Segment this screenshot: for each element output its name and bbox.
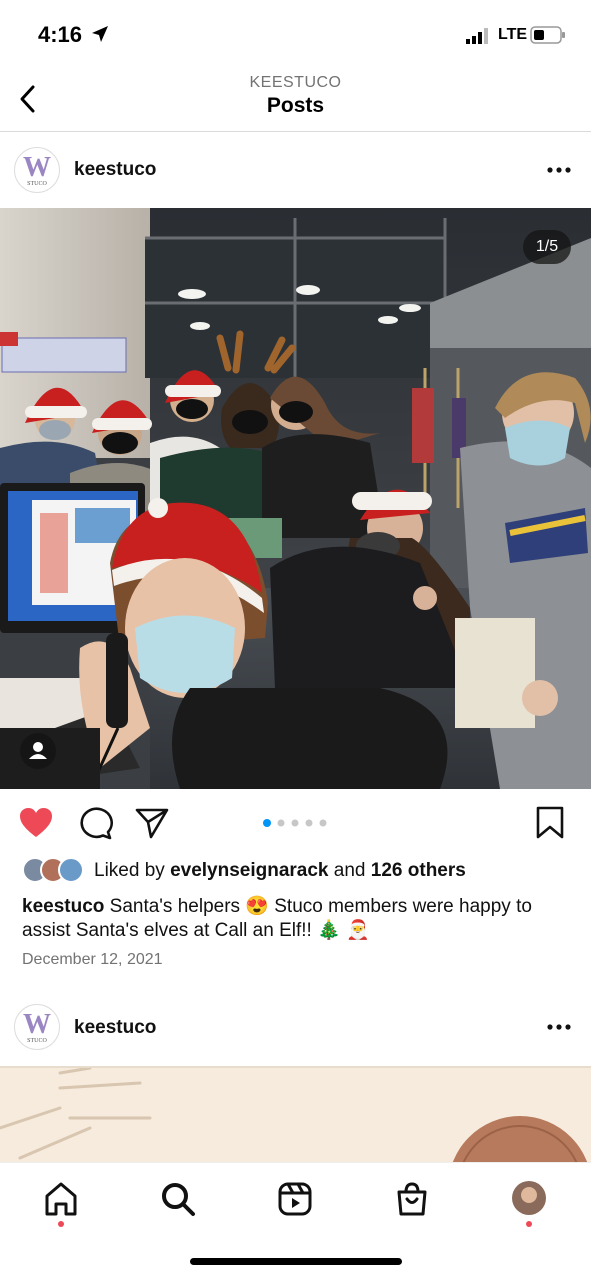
avatar-caption: STUCO: [27, 1038, 47, 1044]
carousel-dot: [305, 819, 313, 827]
caption-username[interactable]: keestuco: [22, 896, 104, 917]
navigation-bar: KEESTUCO Posts: [0, 70, 591, 132]
avatar[interactable]: W STUCO: [14, 147, 60, 193]
search-icon[interactable]: [158, 1179, 198, 1219]
tagged-people-button[interactable]: [20, 733, 56, 769]
location-arrow-icon: [92, 26, 108, 42]
avatar[interactable]: W STUCO: [14, 1004, 60, 1050]
shop-icon[interactable]: [392, 1179, 432, 1219]
post-username[interactable]: keestuco: [74, 159, 156, 181]
carousel-dot: [263, 819, 271, 827]
next-post-photo-image: [0, 1068, 588, 1162]
post-header: W STUCO keestuco: [0, 132, 591, 208]
reels-icon[interactable]: [275, 1179, 315, 1219]
status-bar: 4:16 LTE: [0, 0, 591, 70]
battery-icon: [530, 26, 565, 44]
profile-avatar-face: [521, 1187, 537, 1203]
carousel-dot: [291, 819, 299, 827]
comment-icon[interactable]: [77, 806, 113, 840]
next-post-header: W STUCO keestuco: [0, 990, 591, 1066]
cellular-signal-icon: [466, 28, 488, 44]
post-actions: [0, 800, 591, 846]
next-post-photo[interactable]: [0, 1066, 591, 1162]
carousel-dot: [277, 819, 285, 827]
home-indicator: [190, 1258, 402, 1265]
liked-others-link[interactable]: 126 others: [371, 860, 466, 881]
carousel-indicator: [263, 819, 327, 827]
post-photo[interactable]: 1/5: [0, 208, 591, 789]
more-options-icon[interactable]: [547, 166, 571, 174]
home-notification-dot: [58, 1221, 64, 1227]
nav-subtitle: KEESTUCO: [249, 74, 342, 91]
heart-icon[interactable]: [18, 806, 54, 840]
page-title: Posts: [266, 94, 325, 117]
avatar-letter: W: [23, 1009, 51, 1040]
liked-user-link[interactable]: evelynseignarack: [170, 860, 328, 881]
photo-counter: 1/5: [523, 230, 571, 264]
post-caption: keestuco Santa's helpers 😍 Stuco members…: [22, 895, 572, 943]
post-username[interactable]: keestuco: [74, 1017, 156, 1039]
carousel-dot: [319, 819, 327, 827]
profile-notification-dot: [526, 1221, 532, 1227]
more-options-icon[interactable]: [547, 1023, 571, 1031]
profile-avatar[interactable]: [512, 1181, 546, 1215]
bookmark-icon[interactable]: [533, 806, 569, 840]
home-icon[interactable]: [41, 1179, 81, 1219]
avatar-letter: W: [23, 152, 51, 183]
network-type: LTE: [498, 26, 528, 43]
avatar-caption: STUCO: [27, 181, 47, 187]
likes-text: Liked by evelynseignarack and 126 others: [94, 860, 466, 881]
post-photo-image: [0, 208, 591, 789]
person-icon: [29, 742, 47, 759]
share-icon[interactable]: [134, 806, 170, 840]
likes-row[interactable]: Liked by evelynseignarack and 126 others: [22, 857, 582, 887]
status-time: 4:16: [38, 22, 83, 47]
post-date: December 12, 2021: [22, 951, 163, 968]
liker-avatar: [58, 857, 84, 883]
